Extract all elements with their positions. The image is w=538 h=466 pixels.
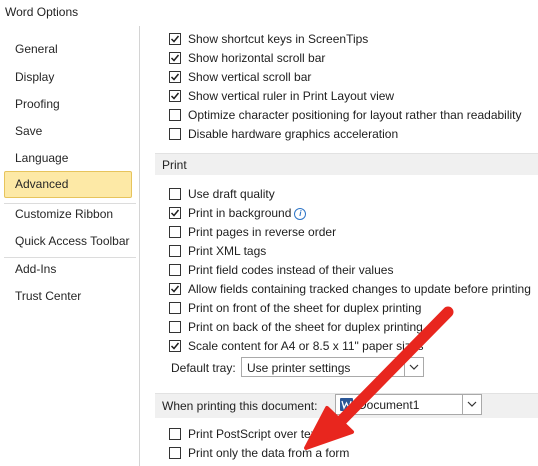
checkmark-icon xyxy=(170,209,180,217)
option-label: Print in background i xyxy=(188,206,307,220)
default-tray-label: Default tray: xyxy=(171,361,236,375)
checkbox[interactable] xyxy=(169,226,181,238)
sidebar-item-quick-access-toolbar[interactable]: Quick Access Toolbar xyxy=(4,228,132,255)
word-document-icon xyxy=(340,398,353,411)
checkbox[interactable] xyxy=(169,340,181,352)
chevron-down-icon[interactable] xyxy=(462,395,481,414)
sidebar: General Display Proofing Save Language A… xyxy=(0,26,140,466)
checkbox[interactable] xyxy=(169,71,181,83)
checkbox[interactable] xyxy=(169,264,181,276)
checkmark-icon xyxy=(170,342,180,350)
option-label: Print on back of the sheet for duplex pr… xyxy=(188,320,423,334)
sidebar-item-proofing[interactable]: Proofing xyxy=(4,91,132,118)
option-label-text: Print in background xyxy=(188,206,292,220)
option-label: Use draft quality xyxy=(188,187,275,201)
option-label: Show shortcut keys in ScreenTips xyxy=(188,32,369,46)
default-tray-select[interactable]: Use printer settings xyxy=(241,357,424,377)
document-select[interactable]: Document1 xyxy=(335,394,482,415)
document-value: Document1 xyxy=(358,398,420,412)
checkbox[interactable] xyxy=(169,52,181,64)
window-title: Word Options xyxy=(5,5,79,19)
checkbox[interactable] xyxy=(169,428,181,440)
checkmark-icon xyxy=(170,92,180,100)
option-label: Print XML tags xyxy=(188,244,267,258)
sidebar-item-add-ins[interactable]: Add-Ins xyxy=(4,256,132,283)
sidebar-item-trust-center[interactable]: Trust Center xyxy=(4,283,132,310)
option-label: Show vertical ruler in Print Layout view xyxy=(188,89,395,103)
option-label: Scale content for A4 or 8.5 x 11" paper … xyxy=(188,339,424,353)
option-label: Show horizontal scroll bar xyxy=(188,51,326,65)
title-bar: Word Options xyxy=(0,0,538,26)
checkmark-icon xyxy=(170,285,180,293)
checkbox[interactable] xyxy=(169,90,181,102)
checkbox[interactable] xyxy=(169,128,181,140)
print-section-header: Print xyxy=(155,153,538,175)
option-label: Disable hardware graphics acceleration xyxy=(188,127,399,141)
checkmark-icon xyxy=(170,73,180,81)
checkbox[interactable] xyxy=(169,207,181,219)
checkbox[interactable] xyxy=(169,321,181,333)
sidebar-item-advanced[interactable]: Advanced xyxy=(4,171,132,198)
option-label: Print on front of the sheet for duplex p… xyxy=(188,301,422,315)
checkbox[interactable] xyxy=(169,283,181,295)
section-title: When printing this document: xyxy=(162,399,318,413)
info-icon[interactable]: i xyxy=(294,208,307,220)
checkmark-icon xyxy=(170,54,180,62)
sidebar-item-save[interactable]: Save xyxy=(4,118,132,145)
default-tray-value: Use printer settings xyxy=(247,361,351,375)
checkbox[interactable] xyxy=(169,188,181,200)
option-label: Show vertical scroll bar xyxy=(188,70,312,84)
chevron-down-icon[interactable] xyxy=(404,358,423,376)
sidebar-item-language[interactable]: Language xyxy=(4,145,132,172)
sidebar-item-display[interactable]: Display xyxy=(4,64,132,91)
option-label: Print pages in reverse order xyxy=(188,225,337,239)
options-panel: Show shortcut keys in ScreenTips Show ho… xyxy=(140,26,538,466)
option-label: Allow fields containing tracked changes … xyxy=(188,282,531,296)
checkmark-icon xyxy=(170,35,180,43)
checkbox[interactable] xyxy=(169,302,181,314)
checkbox[interactable] xyxy=(169,447,181,459)
checkbox[interactable] xyxy=(169,33,181,45)
checkbox[interactable] xyxy=(169,109,181,121)
option-label: Print field codes instead of their value… xyxy=(188,263,394,277)
sidebar-item-general[interactable]: General xyxy=(4,36,132,63)
option-label: Print PostScript over text xyxy=(188,427,321,441)
checkbox[interactable] xyxy=(169,245,181,257)
sidebar-item-customize-ribbon[interactable]: Customize Ribbon xyxy=(4,201,132,228)
section-title: Print xyxy=(162,158,187,172)
option-label: Optimize character positioning for layou… xyxy=(188,108,522,122)
option-label: Print only the data from a form xyxy=(188,446,350,460)
